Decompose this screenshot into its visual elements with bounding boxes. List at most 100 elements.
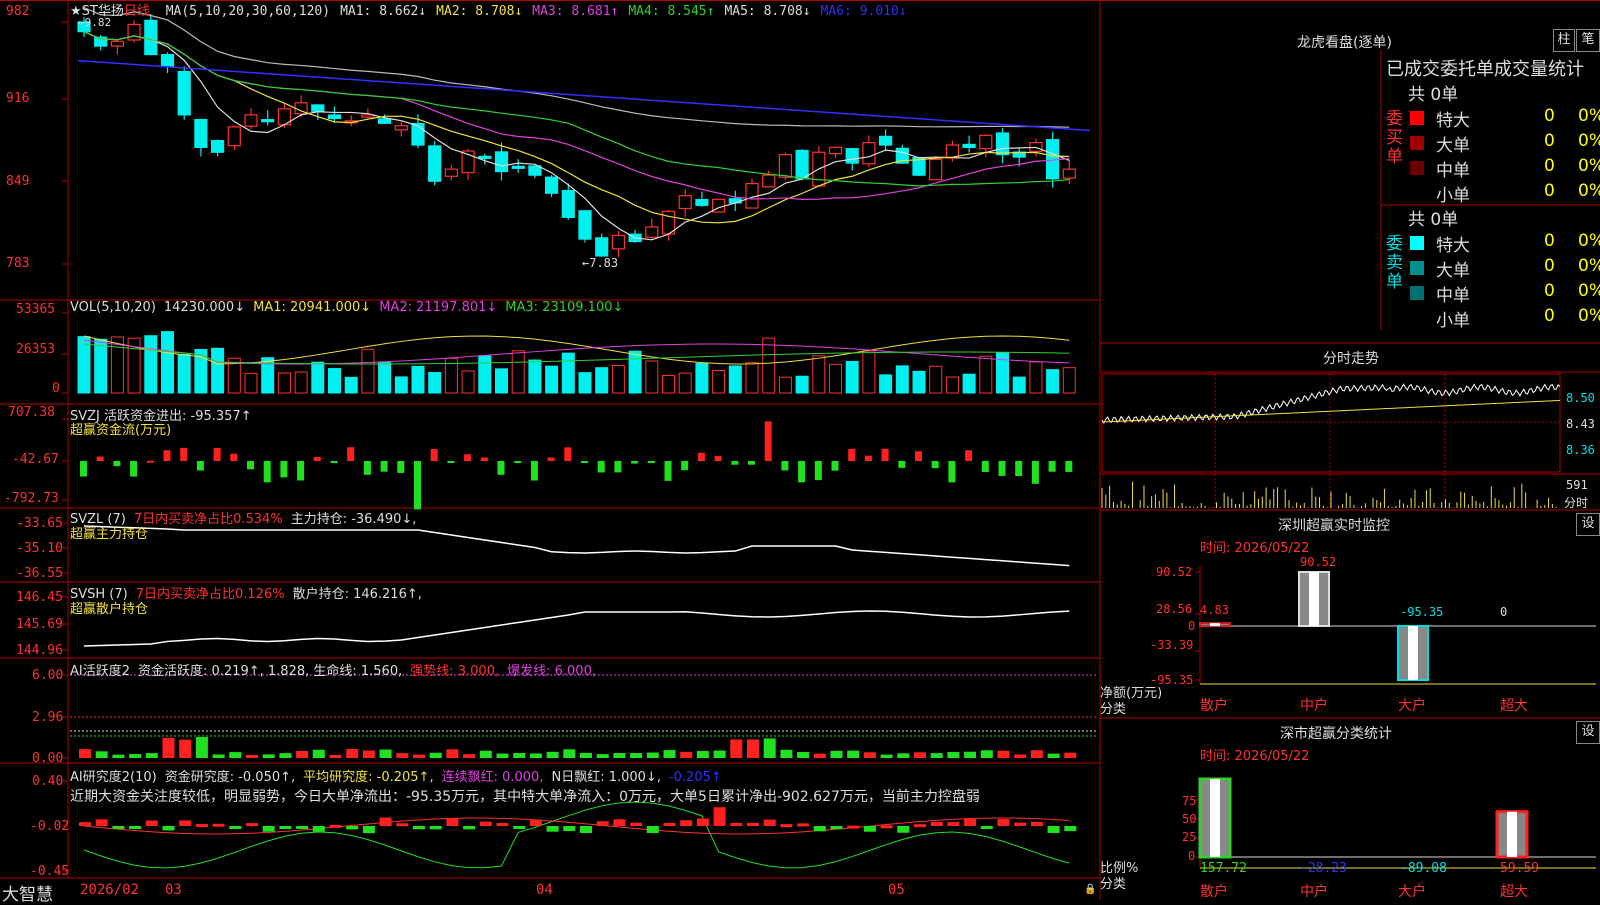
volume-bar [979,355,993,394]
svzj-bar [213,447,221,461]
classify-category-2: 大户 [1398,883,1426,900]
volume-bar [344,376,358,394]
ai1-bar [346,749,359,758]
monitor-y-tick-2: 0 [1188,619,1196,633]
ai2-bar [212,823,225,827]
brand-label: 大智慧 [2,885,53,905]
ai1-bar [696,750,709,758]
classify-category-1: 中户 [1300,883,1328,900]
volume-bar [1012,376,1026,394]
svzj-bar [748,461,755,465]
y-tick-main-0: 982 [6,4,30,19]
volume-bar [845,360,859,394]
stock-chart-canvas[interactable]: 4.8390.52-95.35 0散户 中户 大户 超大157.72 -28.23 -89.… [0,0,1600,900]
period-label[interactable]: 日线 [124,4,150,19]
monitor-y-tick-1: 28.56 [1156,602,1193,616]
y-tick-ai2-1: -0.02 [30,819,70,834]
y-tick-main-2: 849 [6,174,30,189]
candle-body [578,210,592,240]
ai2-bar [346,826,359,830]
svzj-bar [814,461,822,481]
volume-bar [678,372,692,394]
svzj-bar [514,461,522,463]
svzj-bar [547,457,555,461]
y-tick-vol-2: 0 [52,381,60,396]
bar-view-button[interactable]: 柱 [1553,29,1575,52]
volume-bar [1062,367,1076,394]
ai2-bar [646,826,659,834]
ai1-bar [930,753,943,758]
ai1-bar [195,737,208,758]
volume-bar [695,362,709,394]
svzj-bar [464,454,472,461]
ai1-bar [747,739,759,758]
ai2-bar [1047,826,1060,833]
monitor-y-tick-0: 90.52 [1156,565,1193,579]
ai1-bar [780,749,793,758]
monitor-title: 深圳超赢实时监控 [1278,518,1390,534]
vol-label-0: VOL(5,10,20) [70,300,156,315]
candle-body [444,168,458,177]
sell-side-label: 委卖单 [1386,234,1403,292]
volume-bar [645,360,659,394]
ai2-bar [580,826,592,833]
monitor-settings-button[interactable]: 设 [1576,513,1600,536]
monitor-y-tick-3: -33.39 [1150,638,1194,652]
ai2-bar [95,819,108,826]
ai1-bar [997,750,1010,758]
ai2-bar [897,826,910,833]
volume-bar [712,369,726,394]
volume-bar [996,351,1009,394]
ai1-bar [1047,753,1060,758]
tick-view-button[interactable]: 笔 [1576,29,1600,52]
candle-body [261,119,275,123]
candle-body [528,165,542,176]
ai2-bar [947,822,960,826]
volume-bar [879,374,893,394]
ai1-bar [112,754,125,758]
candle-body [311,104,325,112]
y-tick-svsh-0: 146.45 [16,590,63,605]
ai1-bar [396,753,409,758]
candle-body [494,151,509,173]
sell-row-label-1: 大单 [1436,261,1470,281]
candle-body [478,155,492,159]
svzj-bar [781,461,789,471]
svzj-bar [1015,461,1023,477]
y-tick-main-1: 916 [6,91,30,106]
candle-body [611,234,626,250]
ai2-bar [529,819,542,826]
ma-label-2: MA2: 8.708↓ [436,4,523,19]
monitor-value-label-2: -95.35 [1400,605,1443,619]
ai2-bar [79,822,91,826]
classify-value-label-3: 59.59 [1500,861,1539,876]
classify-y-tick-1: 50 [1182,812,1197,826]
svzj-bar [731,461,739,465]
volume-bar [1029,361,1043,394]
classify-value-label-2: -89.08 [1400,861,1447,876]
classify-settings-button[interactable]: 设 [1576,721,1600,744]
ma-label-3: MA3: 8.681↑ [532,4,619,19]
candle-body [544,176,559,194]
svzl-label-1: 7日内买卖净占比0.534% [133,512,283,527]
lock-icon[interactable]: 🔒 [1084,884,1096,895]
ai2-bar [613,819,626,826]
ma-label-5: MA5: 8.708↓ [724,4,811,19]
buy-total: 共 0单 [1408,85,1459,105]
ai1-bar [630,753,643,758]
ai2-bar [162,826,175,831]
ai1-bar [1064,752,1077,758]
volume-bar [611,365,625,394]
ai2-bar [813,826,826,832]
sell-row-pct-1: 0% [1578,256,1600,276]
y-tick-ai1-0: 6.00 [32,668,64,683]
intraday-avg-line [1101,399,1561,423]
monitor-value-label-0: 4.83 [1200,603,1229,617]
svzj-bar [1031,461,1039,484]
buy-row-pct-1: 0% [1578,131,1600,151]
volume-bar [478,355,492,394]
ma-line-120 [77,59,1091,132]
y-tick-ai1-2: 0.00 [32,751,64,766]
candle-body [244,114,258,127]
classify-value-label-0: 157.72 [1200,861,1247,876]
